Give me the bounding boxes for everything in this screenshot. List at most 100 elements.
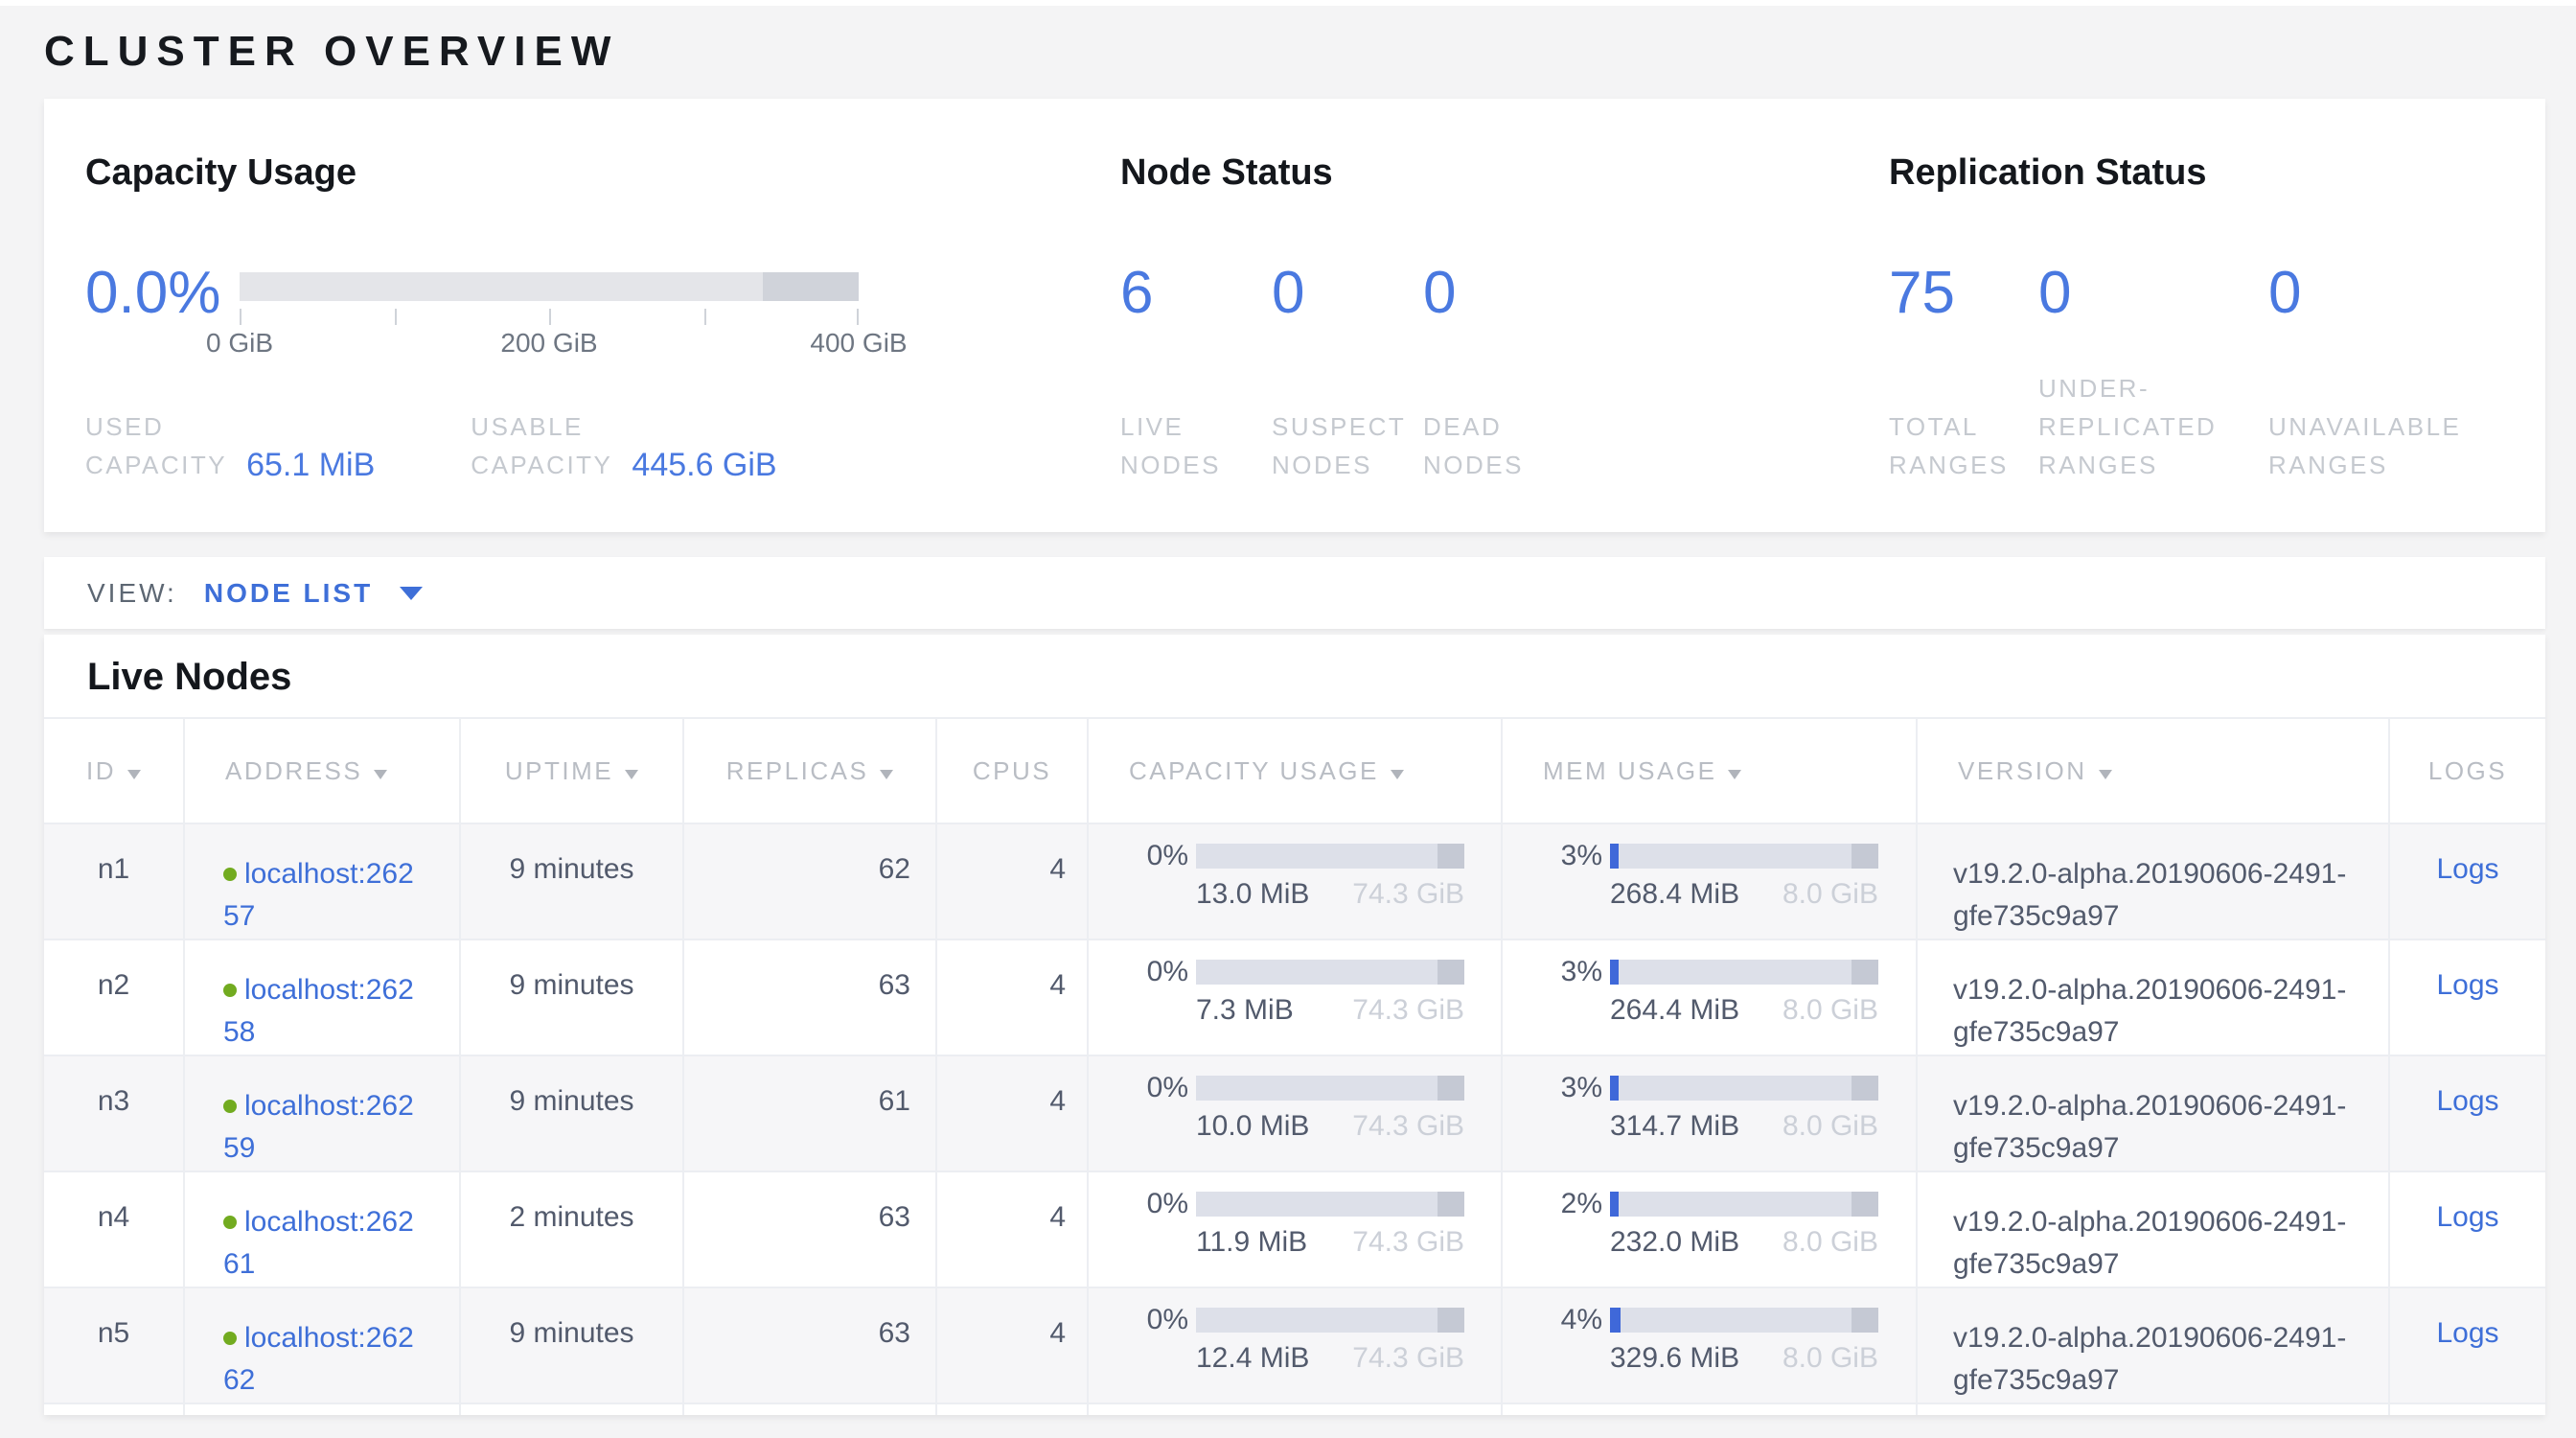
table-row: n1 localhost:26257 9 minutes 62 4 0% 13.… <box>44 823 2545 939</box>
stat-value: 0 <box>1423 264 1575 323</box>
column-header-cpus: CPUS <box>936 718 1088 823</box>
node-cpus-cell: 4 <box>936 823 1088 939</box>
view-selector-bar: VIEW: NODE LIST <box>44 557 2545 629</box>
node-capacity-usage-cell: 0% 7.3 MiB 74.3 GiB <box>1088 939 1502 1055</box>
node-mem-usage-cell: 3% 264.4 MiB 8.0 GiB <box>1502 939 1917 1055</box>
stat-label: UNDER-REPLICATEDRANGES <box>2038 369 2268 484</box>
capacity-usage-bar <box>1196 1192 1464 1217</box>
gauge-tick <box>395 309 397 325</box>
node-logs-link[interactable]: Logs <box>2436 1201 2498 1233</box>
node-status-heading: Node Status <box>1120 151 1889 195</box>
stat-value: 445.6 GiB <box>632 446 776 484</box>
replication-status-heading: Replication Status <box>1889 151 2545 195</box>
node-cpus-cell: 4 <box>936 1055 1088 1171</box>
live-nodes-card: Live Nodes IDADDRESSUPTIMEREPLICASCPUSCA… <box>44 635 2545 1415</box>
gauge-tick <box>857 309 859 325</box>
stat-value: 75 <box>1889 264 2038 323</box>
partial-next-row <box>44 1403 2545 1415</box>
node-live-status-icon <box>223 1100 237 1113</box>
mem-bar-reserved-segment <box>1852 960 1878 985</box>
mem-bar-fill <box>1610 1192 1619 1217</box>
capacity-bar-reserved-segment <box>1438 1308 1464 1333</box>
view-dropdown-value: NODE LIST <box>204 578 373 609</box>
node-version-cell: v19.2.0-alpha.20190606-2491-gfe735c9a97 <box>1917 1287 2389 1403</box>
node-status-stats: 6 LIVENODES 0 SUSPECTNODES 0 DEADNODES <box>1120 264 1889 484</box>
mem-bar-fill <box>1610 1308 1621 1333</box>
node-mem-usage-cell: 3% 314.7 MiB 8.0 GiB <box>1502 1055 1917 1171</box>
top-nav-remnant <box>0 0 2576 6</box>
table-row: n3 localhost:26259 9 minutes 61 4 0% 10.… <box>44 1055 2545 1171</box>
sort-arrow-icon <box>127 770 141 779</box>
node-mem-usage-cell: 4% 329.6 MiB 8.0 GiB <box>1502 1287 1917 1403</box>
node-version-cell: v19.2.0-alpha.20190606-2491-gfe735c9a97 <box>1917 939 2389 1055</box>
capacity-usage-heading: Capacity Usage <box>85 151 1120 195</box>
node-logs-cell: Logs <box>2389 939 2545 1055</box>
mem-bar-fill <box>1610 960 1619 985</box>
stat-value: 65.1 MiB <box>246 446 375 484</box>
node-address-link[interactable]: localhost:26258 <box>223 974 414 1048</box>
node-live-status-icon <box>223 984 237 997</box>
capacity-percent-label: 0% <box>1129 960 1188 985</box>
mem-bar-fill <box>1610 1076 1619 1101</box>
node-version-cell: v19.2.0-alpha.20190606-2491-gfe735c9a97 <box>1917 1055 2389 1171</box>
node-capacity-usage-cell: 0% 12.4 MiB 74.3 GiB <box>1088 1287 1502 1403</box>
sort-arrow-icon <box>1391 770 1404 779</box>
stat-value: 0 <box>1272 264 1423 323</box>
capacity-stat: USEDCAPACITY 65.1 MiB <box>85 407 375 484</box>
stat-label: DEADNODES <box>1423 407 1575 484</box>
mem-bar-fill <box>1610 844 1619 869</box>
node-logs-link[interactable]: Logs <box>2436 1317 2498 1349</box>
node-uptime-cell: 2 minutes <box>460 1171 683 1287</box>
sort-arrow-icon <box>374 770 387 779</box>
capacity-percent-label: 0% <box>1129 1076 1188 1101</box>
view-dropdown[interactable]: NODE LIST <box>204 578 423 609</box>
stat-value: 0 <box>2268 264 2461 323</box>
node-logs-link[interactable]: Logs <box>2436 969 2498 1001</box>
capacity-used-label: 7.3 MiB <box>1196 994 1294 1027</box>
node-address-cell: localhost:26261 <box>184 1171 460 1287</box>
node-address-link[interactable]: localhost:26259 <box>223 1090 414 1164</box>
column-header-label: CPUS <box>973 756 1051 785</box>
capacity-total-label: 74.3 GiB <box>1352 1342 1464 1375</box>
mem-usage-bar <box>1610 1308 1878 1333</box>
node-id-cell: n3 <box>44 1055 184 1171</box>
column-header-label: ID <box>86 756 116 785</box>
capacity-stats-area: 0.0% 0 GiB200 GiB400 GiB <box>85 264 1120 484</box>
table-row: n4 localhost:26261 2 minutes 63 4 0% 11.… <box>44 1171 2545 1287</box>
capacity-bar-reserved-segment <box>1438 1192 1464 1217</box>
node-address-link[interactable]: localhost:26257 <box>223 858 414 932</box>
node-mem-usage-cell: 2% 232.0 MiB 8.0 GiB <box>1502 1171 1917 1287</box>
column-header-label: LOGS <box>2428 756 2507 785</box>
column-header-mem[interactable]: MEM USAGE <box>1502 718 1917 823</box>
column-header-capacity[interactable]: CAPACITY USAGE <box>1088 718 1502 823</box>
sort-arrow-icon <box>880 770 893 779</box>
column-header-label: MEM USAGE <box>1543 756 1716 785</box>
gauge-tick <box>704 309 706 325</box>
mem-bar-reserved-segment <box>1852 1308 1878 1333</box>
mem-percent-label: 3% <box>1543 1076 1602 1101</box>
sort-arrow-icon <box>625 770 638 779</box>
node-logs-link[interactable]: Logs <box>2436 853 2498 885</box>
cluster-summary-card: Capacity Usage 0.0% <box>44 99 2545 532</box>
node-address-link[interactable]: localhost:26261 <box>223 1206 414 1280</box>
stat-label: UNAVAILABLERANGES <box>2268 407 2461 484</box>
capacity-percent-label: 0% <box>1129 1192 1188 1217</box>
capacity-stat: USABLECAPACITY 445.6 GiB <box>471 407 776 484</box>
gauge-tick-label: 200 GiB <box>500 328 597 359</box>
table-row: n2 localhost:26258 9 minutes 63 4 0% 7.3… <box>44 939 2545 1055</box>
column-header-uptime[interactable]: UPTIME <box>460 718 683 823</box>
capacity-usage-bar <box>1196 1076 1464 1101</box>
column-header-label: REPLICAS <box>726 756 869 785</box>
node-capacity-usage-cell: 0% 11.9 MiB 74.3 GiB <box>1088 1171 1502 1287</box>
column-header-label: ADDRESS <box>225 756 362 785</box>
node-address-link[interactable]: localhost:26262 <box>223 1322 414 1396</box>
column-header-id[interactable]: ID <box>44 718 184 823</box>
column-header-address[interactable]: ADDRESS <box>184 718 460 823</box>
node-logs-link[interactable]: Logs <box>2436 1085 2498 1117</box>
column-header-replicas[interactable]: REPLICAS <box>683 718 936 823</box>
mem-percent-label: 3% <box>1543 960 1602 985</box>
mem-bar-reserved-segment <box>1852 1192 1878 1217</box>
node-replicas-cell: 61 <box>683 1055 936 1171</box>
mem-total-label: 8.0 GiB <box>1782 878 1878 911</box>
column-header-version[interactable]: VERSION <box>1917 718 2389 823</box>
